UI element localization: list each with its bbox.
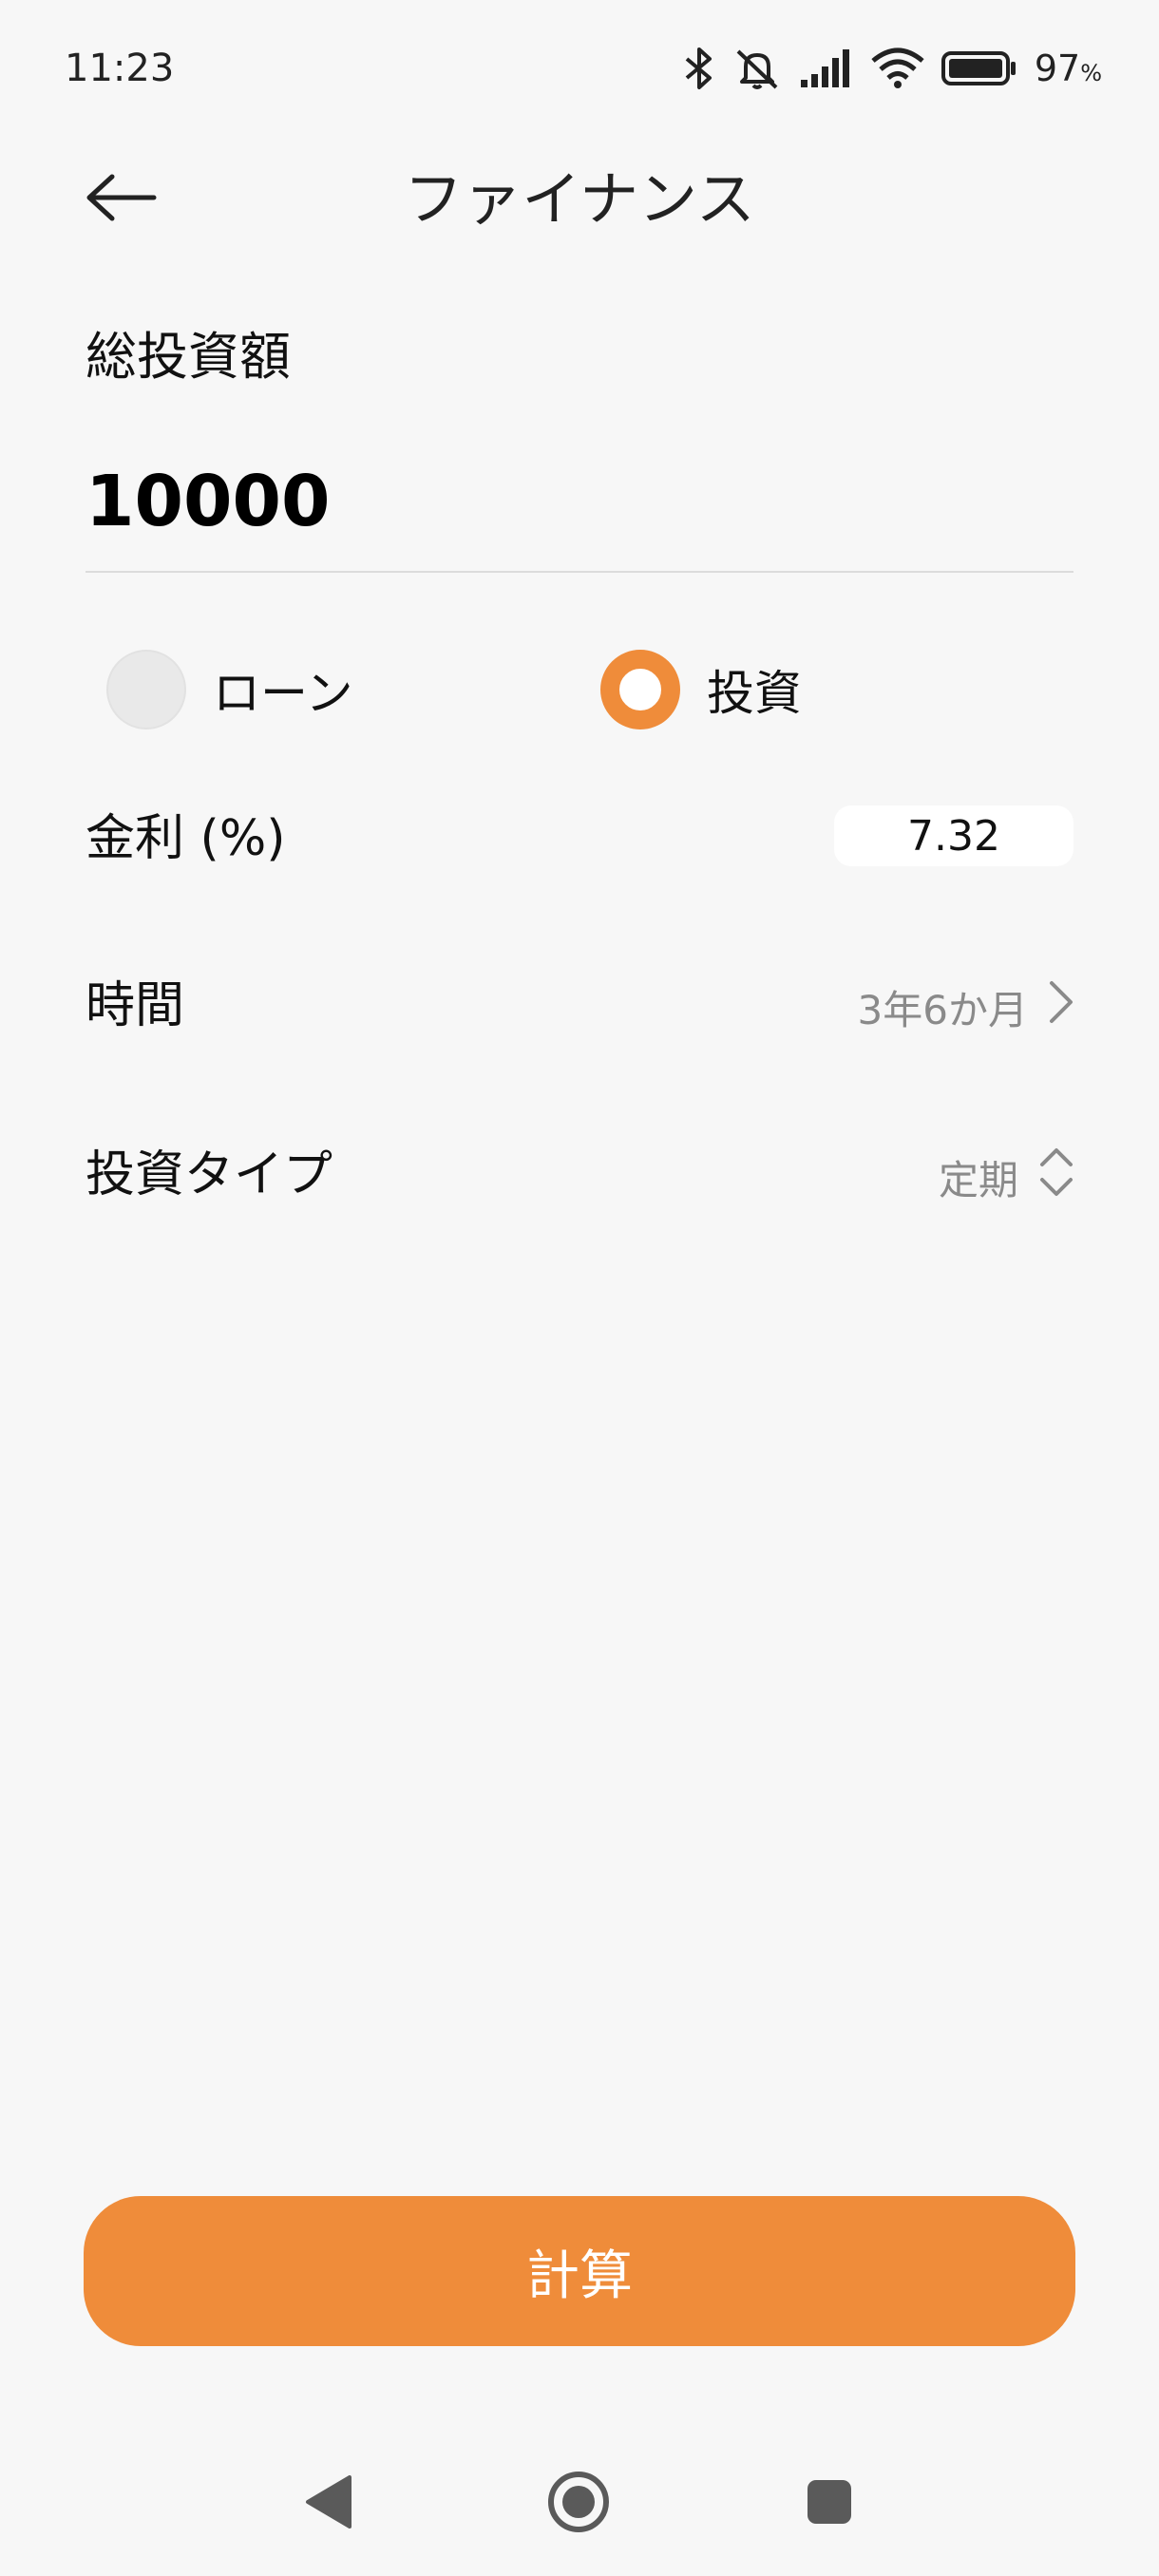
- home-circle-icon: [545, 2469, 612, 2539]
- nav-back-button[interactable]: [289, 2464, 369, 2544]
- amount-label: 総投資額: [86, 327, 291, 387]
- investment-type-value: 定期: [938, 1156, 1018, 1203]
- interest-label: 金利 (%): [86, 810, 286, 867]
- status-time: 11:23: [65, 47, 175, 90]
- signal-icon: [799, 47, 854, 89]
- battery-icon: [940, 49, 1017, 87]
- duration-label: 時間: [86, 977, 185, 1034]
- radio-invest-label: 投資: [707, 666, 802, 721]
- amount-divider: [86, 571, 1074, 573]
- status-icons: 97%: [683, 38, 1102, 99]
- wifi-icon: [871, 47, 924, 89]
- investment-type-selector[interactable]: 定期: [939, 1146, 1074, 1208]
- bluetooth-icon: [683, 46, 715, 91]
- nav-home-button[interactable]: [539, 2464, 618, 2544]
- back-triangle-icon: [302, 2473, 355, 2534]
- radio-loan-circle[interactable]: [106, 650, 186, 729]
- duration-value: 3年6か月: [857, 986, 1028, 1033]
- battery-level: 97%: [1034, 47, 1102, 89]
- back-arrow-icon: [86, 173, 158, 226]
- radio-invest[interactable]: 投資: [600, 646, 802, 733]
- duration-selector[interactable]: 3年6か月: [858, 976, 1074, 1037]
- page-title: ファイナンス: [404, 164, 755, 234]
- recents-square-icon: [805, 2477, 854, 2530]
- interest-rate-input[interactable]: [834, 805, 1074, 866]
- amount-input[interactable]: [86, 454, 1074, 549]
- chevron-right-icon: [1049, 980, 1074, 1033]
- radio-loan-label: ローン: [213, 666, 353, 721]
- back-button[interactable]: [76, 154, 167, 245]
- radio-invest-circle[interactable]: [600, 650, 680, 729]
- mute-icon: [732, 46, 782, 91]
- chevron-up-down-icon: [1039, 1146, 1074, 1208]
- calculate-button[interactable]: 計算: [84, 2196, 1075, 2346]
- radio-loan[interactable]: ローン: [106, 646, 353, 733]
- investment-type-label: 投資タイプ: [86, 1146, 333, 1203]
- nav-recents-button[interactable]: [789, 2464, 869, 2544]
